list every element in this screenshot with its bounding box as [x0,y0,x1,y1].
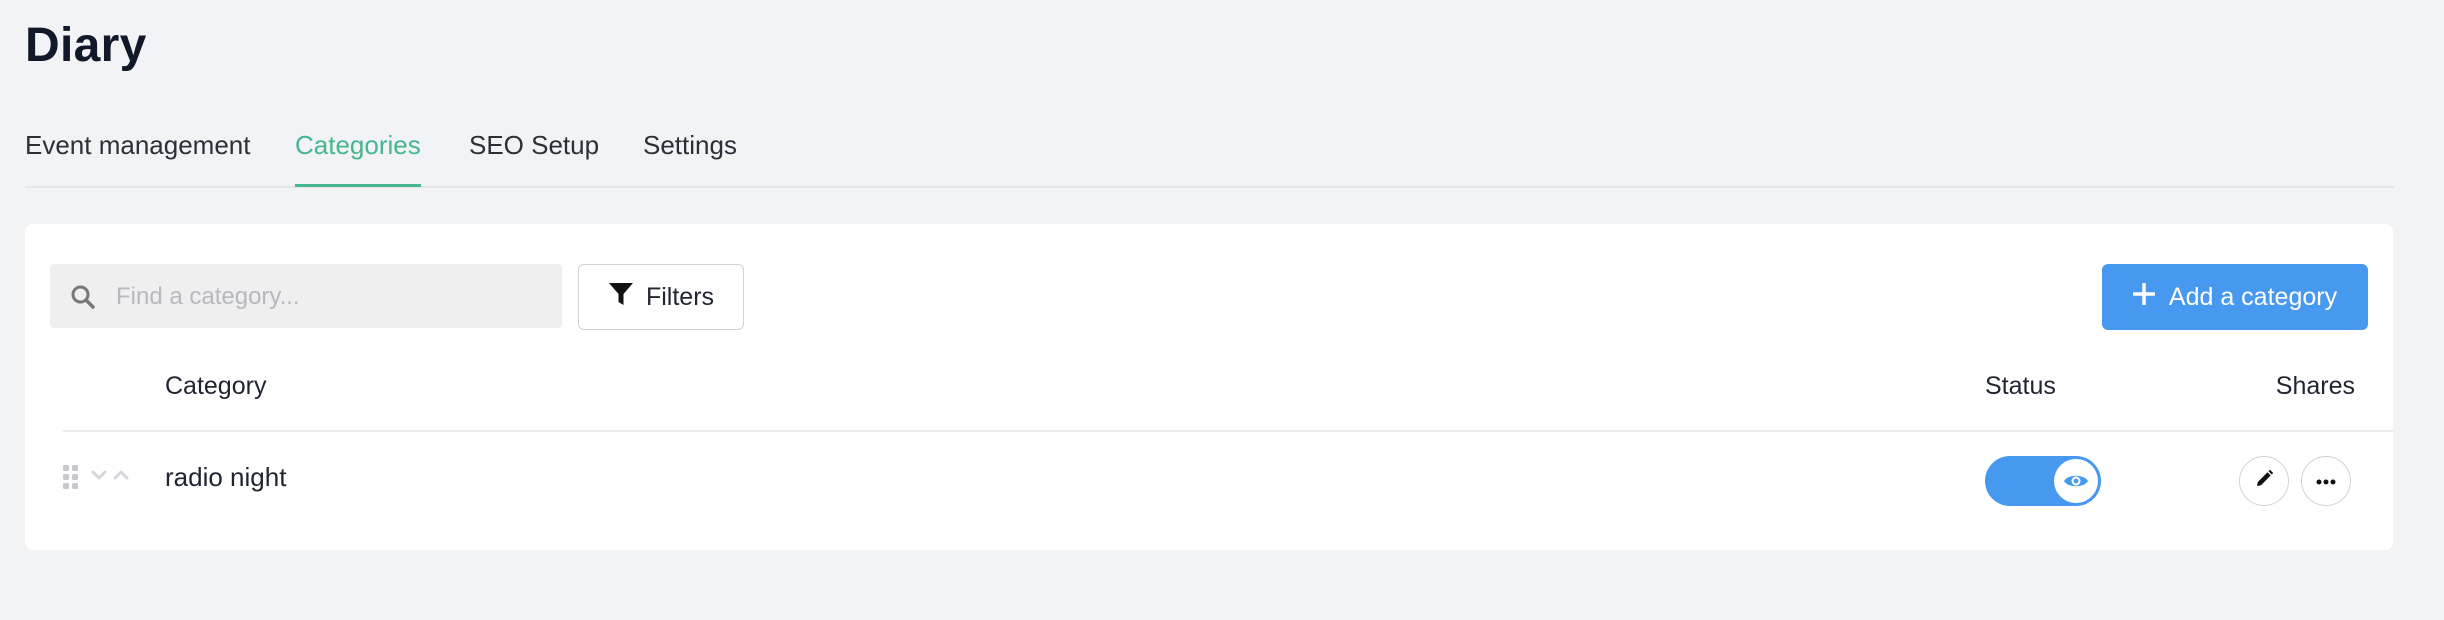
add-category-label: Add a category [2168,282,2338,311]
column-header-category: Category [165,372,267,400]
add-category-button[interactable]: Add a category [2102,264,2368,330]
filters-button[interactable]: Filters [578,264,744,330]
filters-label: Filters [645,282,715,311]
drag-handle-icon[interactable] [62,464,80,490]
tab-settings[interactable]: Settings [643,130,737,184]
chevron-up-icon[interactable] [112,468,130,482]
categories-panel: Filters Add a category Category Status S… [25,224,2393,550]
chevron-down-icon[interactable] [90,468,108,482]
tab-event-management[interactable]: Event management [25,130,250,184]
search-input[interactable] [114,264,548,330]
search-icon [70,284,96,310]
table-header-divider [63,430,2393,432]
status-toggle[interactable] [1985,456,2101,506]
search-box [50,264,562,330]
tab-bar: Event management Categories SEO Setup Se… [25,130,2394,188]
more-horizontal-icon [2316,472,2336,490]
tab-categories[interactable]: Categories [295,130,421,187]
funnel-icon [608,281,634,314]
column-header-shares: Shares [2275,372,2355,400]
pencil-icon [2254,469,2274,494]
tab-seo-setup[interactable]: SEO Setup [469,130,599,184]
more-options-button[interactable] [2301,456,2351,506]
page-title: Diary [25,19,147,72]
category-name: radio night [165,462,287,492]
eye-icon [2054,459,2098,503]
table-row: radio night [25,434,2393,524]
column-header-status: Status [1985,372,2056,400]
plus-icon [2132,281,2156,312]
edit-button[interactable] [2239,456,2289,506]
